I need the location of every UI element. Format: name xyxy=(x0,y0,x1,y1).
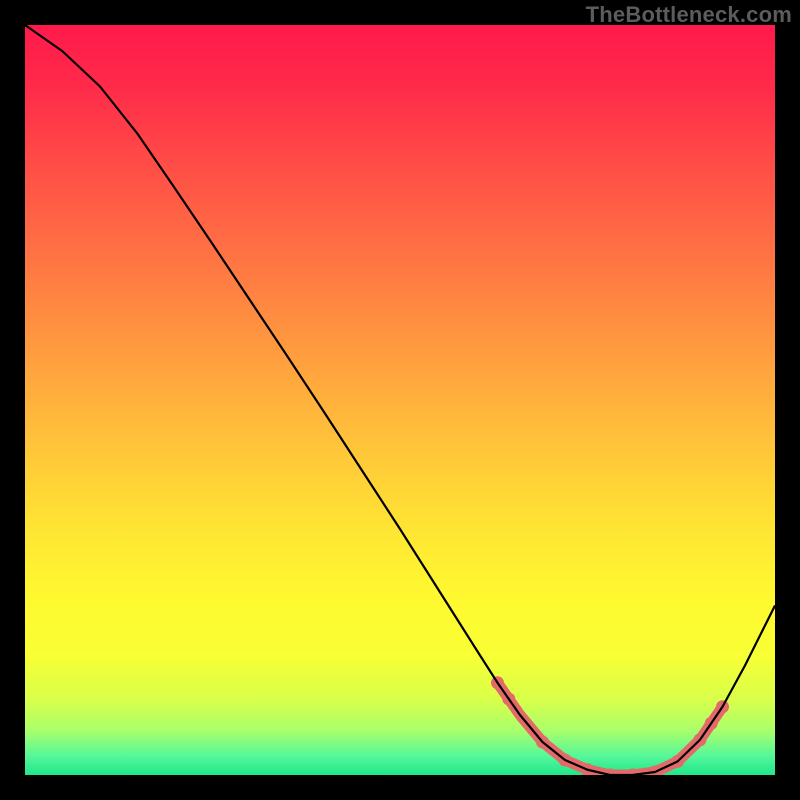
chart-frame: TheBottleneck.com xyxy=(0,0,800,800)
watermark-label: TheBottleneck.com xyxy=(586,2,792,28)
gradient-bg xyxy=(25,25,775,775)
bottleneck-chart xyxy=(25,25,775,775)
